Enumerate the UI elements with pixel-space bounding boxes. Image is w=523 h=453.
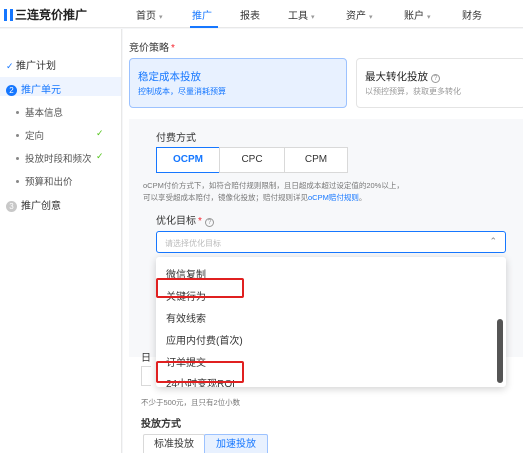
- sidebar-substep-basic[interactable]: 基本信息: [16, 105, 63, 119]
- delivery-option-standard[interactable]: 标准投放: [143, 434, 205, 453]
- pay-note-line2: 可以享受超成本赔付，镜像化投放；赔付规则详见oCPM赔付规则。: [143, 193, 367, 202]
- budget-note: 不少于500元，且只有2位小数: [141, 398, 241, 407]
- sidebar-step-plan[interactable]: ✓ 推广计划: [6, 57, 56, 72]
- delivery-option-accelerated[interactable]: 加速投放: [204, 434, 268, 453]
- goal-option[interactable]: 应用内付费(首次): [166, 332, 243, 347]
- help-icon[interactable]: ?: [204, 218, 214, 227]
- sidebar-substep-budget[interactable]: 预算和出价: [16, 174, 73, 188]
- nav-item-account[interactable]: 账户 ▾: [404, 7, 431, 22]
- bullet-icon: [16, 134, 19, 137]
- sidebar-substep-schedule[interactable]: 投放时段和频次: [16, 151, 92, 165]
- strategy-card-title: 最大转化投放?: [365, 69, 440, 84]
- strategy-card-desc: 以预控预算，获取更多转化: [365, 87, 461, 96]
- strategy-card-max-conversion[interactable]: 最大转化投放? 以预控预算，获取更多转化: [356, 58, 523, 108]
- sidebar-step-unit[interactable]: 2 推广单元: [6, 81, 61, 96]
- ocpm-rule-link[interactable]: oCPM赔付规则: [308, 193, 359, 202]
- pay-option-ocpm[interactable]: OCPM: [156, 147, 220, 173]
- sidebar-substep-targeting[interactable]: 定向: [16, 128, 44, 142]
- pay-option-cpm[interactable]: CPM: [284, 147, 348, 173]
- strategy-label: 竞价策略 *: [129, 43, 175, 54]
- step-number-icon: 3: [6, 201, 17, 212]
- brand-name: 三连竞价推广: [15, 8, 88, 22]
- brand-logo[interactable]: 三连竞价推广: [4, 6, 87, 23]
- bullet-icon: [16, 180, 19, 183]
- step-number-icon: 2: [6, 85, 17, 96]
- bullet-icon: [16, 111, 19, 114]
- goal-option[interactable]: 有效线索: [166, 310, 206, 325]
- budget-input[interactable]: [141, 366, 151, 386]
- chevron-down-icon: ▾: [159, 14, 163, 21]
- delivery-label: 投放方式: [141, 419, 181, 430]
- check-icon: ✓: [96, 151, 104, 161]
- strategy-card-desc: 控制成本，尽量消耗预算: [138, 87, 226, 96]
- sidebar-steps: ✓ 推广计划 2 推广单元 基本信息 定向 ✓ 投放时段和频次 ✓ 预算和出价 3推…: [0, 29, 122, 453]
- strategy-card-title: 稳定成本投放: [138, 71, 201, 83]
- pay-option-cpc[interactable]: CPC: [219, 147, 285, 173]
- check-icon: ✓: [96, 128, 104, 138]
- chevron-down-icon: ▾: [369, 14, 373, 21]
- budget-label: 日: [141, 353, 151, 364]
- sidebar-step-creative[interactable]: 3 推广创意: [6, 197, 61, 212]
- bullet-icon: [16, 157, 19, 160]
- chevron-up-icon: ⌃: [489, 236, 497, 246]
- top-nav: 三连竞价推广 首页 ▾ 推广 报表 工具 ▾ 资产 ▾ 账户 ▾ 财务: [0, 0, 523, 28]
- nav-item-finance[interactable]: 财务: [462, 7, 482, 22]
- nav-item-tools[interactable]: 工具 ▾: [288, 7, 315, 22]
- nav-item-home[interactable]: 首页 ▾: [136, 7, 163, 22]
- goal-select-placeholder: 请选择优化目标: [165, 239, 221, 248]
- nav-active-indicator: [190, 26, 218, 28]
- check-icon: ✓: [6, 61, 14, 71]
- strategy-card-stable-cost[interactable]: 稳定成本投放 控制成本，尽量消耗预算: [129, 58, 347, 108]
- goal-label: 优化目标 *?: [156, 212, 214, 227]
- highlight-box-key-behavior: [156, 278, 244, 298]
- nav-item-promotion[interactable]: 推广: [192, 7, 212, 22]
- nav-item-assets[interactable]: 资产 ▾: [346, 7, 373, 22]
- goal-select[interactable]: 请选择优化目标 ⌃: [156, 231, 506, 253]
- main-form: 竞价策略 * 稳定成本投放 控制成本，尽量消耗预算 最大转化投放? 以预控预算，获…: [123, 29, 523, 453]
- highlight-box-roi: [156, 361, 244, 383]
- help-icon[interactable]: ?: [431, 74, 440, 83]
- pay-method-label: 付费方式: [156, 133, 196, 144]
- chevron-down-icon: ▾: [311, 14, 315, 21]
- pay-note-line1: oCPM付价方式下，如符合赔付规则限制，且日超成本超过设定值的20%以上，: [143, 181, 404, 190]
- dropdown-scrollbar[interactable]: [497, 319, 503, 383]
- nav-item-report[interactable]: 报表: [240, 7, 260, 22]
- brand-mark-icon: [4, 9, 13, 21]
- chevron-down-icon: ▾: [427, 14, 431, 21]
